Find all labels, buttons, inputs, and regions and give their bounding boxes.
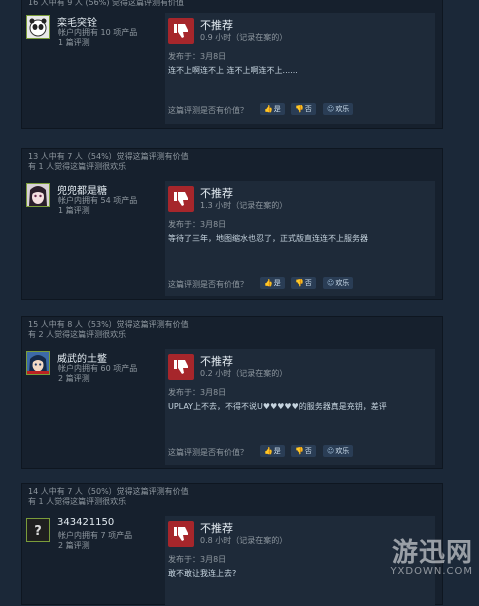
watermark-url: YXDOWN.COM bbox=[390, 566, 473, 577]
vote-yes-button[interactable]: 👍是 bbox=[260, 445, 285, 457]
helpful-count: 16 人中有 9 人 (56%) 觉得这篇评测有价值 bbox=[28, 0, 185, 7]
smiley-icon: ☺ bbox=[327, 447, 335, 455]
review-count[interactable]: 2 篇评测 bbox=[58, 373, 90, 384]
reviewer-info: ? 343421150 帐户内拥有 7 项产品 2 篇评测 bbox=[26, 517, 156, 551]
review-card: 13 人中有 7 人（54%）觉得这篇评测有价值 有 1 人觉得这篇评测很欢乐 … bbox=[21, 148, 443, 300]
review-count[interactable]: 2 篇评测 bbox=[58, 540, 90, 551]
helpful-count: 14 人中有 7 人（50%）觉得这篇评测有价值 bbox=[28, 487, 189, 496]
funny-count: 有 1 人觉得这篇评测很欢乐 bbox=[28, 162, 127, 171]
review-count[interactable]: 1 篇评测 bbox=[58, 205, 90, 216]
helpful-question: 这篇评测是否有价值？ bbox=[168, 448, 248, 457]
anime-girl-avatar[interactable] bbox=[26, 183, 50, 207]
hours-played: 0.9 小时（记录在案的） bbox=[200, 33, 288, 42]
review-text: 敢不敢让我连上去? bbox=[168, 569, 237, 578]
vote-funny-button[interactable]: ☺欢乐 bbox=[323, 103, 354, 115]
vote-no-button[interactable]: 👎否 bbox=[291, 103, 316, 115]
verdict-label[interactable]: 不推荐 bbox=[200, 520, 233, 536]
hours-played: 0.8 小时（记录在案的） bbox=[200, 536, 288, 545]
username-link[interactable]: 343421150 bbox=[57, 517, 114, 528]
anime-boy-avatar[interactable] bbox=[26, 351, 50, 375]
review-card: 16 人中有 9 人 (56%) 觉得这篇评测有价值 栾毛突铨 帐户内拥有 10… bbox=[21, 0, 443, 129]
smiley-icon: ☺ bbox=[327, 105, 335, 113]
helpful-question: 这篇评测是否有价值？ bbox=[168, 106, 248, 115]
review-content: 不推荐 0.2 小时（记录在案的） 发布于：3月8日 UPLAY上不去，不得不说… bbox=[165, 349, 435, 465]
review-content: 不推荐 1.3 小时（记录在案的） 发布于：3月8日 等待了三年，地图缩水也忍了… bbox=[165, 181, 435, 296]
panda-avatar[interactable] bbox=[26, 15, 50, 39]
posted-date: 发布于：3月8日 bbox=[168, 388, 227, 397]
hours-played: 1.3 小时（记录在案的） bbox=[200, 201, 288, 210]
review-card: 14 人中有 7 人（50%）觉得这篇评测有价值 有 1 人觉得这篇评测很欢乐 … bbox=[21, 483, 443, 606]
reviewer-info: 兜兜都是糖 帐户内拥有 54 项产品 1 篇评测 bbox=[26, 183, 156, 216]
review-text: UPLAY上不去，不得不说U♥♥♥♥♥的服务器真是充钥，差评 bbox=[168, 402, 387, 411]
verdict-label[interactable]: 不推荐 bbox=[200, 353, 233, 369]
thumbs-down-icon bbox=[168, 354, 194, 380]
helpful-question: 这篇评测是否有价值？ bbox=[168, 280, 248, 289]
verdict-label[interactable]: 不推荐 bbox=[200, 17, 233, 33]
review-card: 15 人中有 8 人（53%）觉得这篇评测有价值 有 2 人觉得这篇评测很欢乐 … bbox=[21, 316, 443, 469]
vote-funny-button[interactable]: ☺欢乐 bbox=[323, 277, 354, 289]
helpful-count: 13 人中有 7 人（54%）觉得这篇评测有价值 bbox=[28, 152, 189, 161]
watermark-logo: 游迅网 bbox=[391, 538, 473, 568]
reviewer-info: 栾毛突铨 帐户内拥有 10 项产品 1 篇评测 bbox=[26, 15, 156, 48]
review-text: 等待了三年，地图缩水也忍了，正式版直连连不上服务器 bbox=[168, 234, 368, 243]
vote-yes-button[interactable]: 👍是 bbox=[260, 103, 285, 115]
thumbs-down-icon bbox=[168, 521, 194, 547]
hours-played: 0.2 小时（记录在案的） bbox=[200, 369, 288, 378]
thumbs-up-icon: 👍 bbox=[264, 279, 273, 287]
posted-date: 发布于：3月8日 bbox=[168, 52, 227, 61]
thumbs-down-small-icon: 👎 bbox=[295, 447, 304, 455]
funny-count: 有 2 人觉得这篇评测很欢乐 bbox=[28, 330, 127, 339]
reviewer-info: 威武的土鳖 帐户内拥有 60 项产品 2 篇评测 bbox=[26, 351, 156, 384]
watermark: 游迅网 YXDOWN.COM bbox=[390, 532, 473, 577]
thumbs-down-icon bbox=[168, 186, 194, 212]
thumbs-down-small-icon: 👎 bbox=[295, 105, 304, 113]
vote-no-button[interactable]: 👎否 bbox=[291, 445, 316, 457]
helpful-count: 15 人中有 8 人（53%）觉得这篇评测有价值 bbox=[28, 320, 189, 329]
vote-funny-button[interactable]: ☺欢乐 bbox=[323, 445, 354, 457]
review-count[interactable]: 1 篇评测 bbox=[58, 37, 90, 48]
posted-date: 发布于：3月8日 bbox=[168, 555, 227, 564]
review-text: 连不上啊连不上 连不上啊连不上...... bbox=[168, 66, 298, 75]
thumbs-up-icon: 👍 bbox=[264, 447, 273, 455]
vote-no-button[interactable]: 👎否 bbox=[291, 277, 316, 289]
vote-yes-button[interactable]: 👍是 bbox=[260, 277, 285, 289]
funny-count: 有 1 人觉得这篇评测很欢乐 bbox=[28, 497, 127, 506]
thumbs-up-icon: 👍 bbox=[264, 105, 273, 113]
posted-date: 发布于：3月8日 bbox=[168, 220, 227, 229]
svg-text:?: ? bbox=[34, 524, 42, 539]
thumbs-down-small-icon: 👎 bbox=[295, 279, 304, 287]
question-mark-avatar[interactable]: ? bbox=[26, 518, 50, 542]
thumbs-down-icon bbox=[168, 18, 194, 44]
smiley-icon: ☺ bbox=[327, 279, 335, 287]
verdict-label[interactable]: 不推荐 bbox=[200, 185, 233, 201]
review-content: 不推荐 0.9 小时（记录在案的） 发布于：3月8日 连不上啊连不上 连不上啊连… bbox=[165, 13, 435, 124]
